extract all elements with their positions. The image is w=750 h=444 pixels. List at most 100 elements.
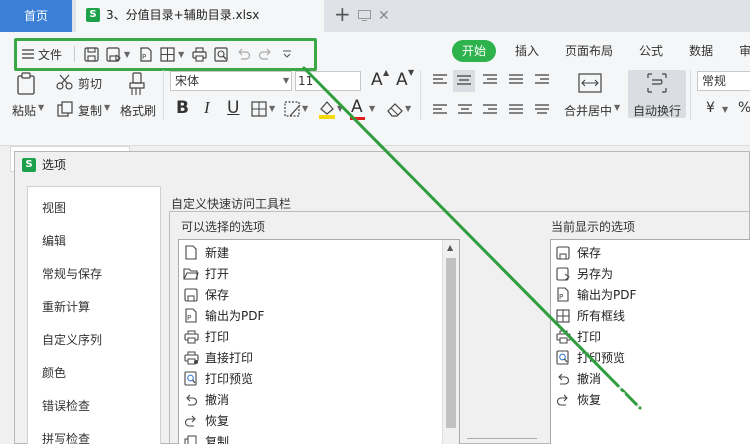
available-options-list[interactable]: ▲ 新建打开保存 P 输出为PDF 打印直接打印打印预览撤消恢复复制 [178, 239, 460, 444]
pdf-icon: P [555, 287, 571, 303]
current-option-item[interactable]: 所有框线 [555, 305, 750, 326]
available-option-item[interactable]: 撤消 [183, 389, 443, 410]
decrease-font-arrow-icon: ▼ [408, 68, 415, 77]
sidebar-item-edit[interactable]: 编辑 [42, 232, 66, 249]
print-preview-icon [555, 350, 571, 366]
available-option-item[interactable]: 打印预览 [183, 368, 443, 389]
available-option-item[interactable]: 直接打印 [183, 347, 443, 368]
save-icon [183, 287, 199, 303]
number-format-value: 常规 [702, 74, 727, 88]
scroll-up-icon[interactable]: ▲ [447, 243, 453, 252]
copy-dropdown-icon[interactable]: ▼ [104, 103, 110, 112]
available-option-item[interactable]: 恢复 [183, 410, 443, 431]
current-option-item[interactable]: 打印预览 [555, 347, 750, 368]
current-option-item[interactable]: 保存 [555, 242, 750, 263]
current-option-item-label: 另存为 [577, 267, 614, 281]
number-format-select[interactable]: 常规 [697, 71, 750, 91]
sidebar-item-colors[interactable]: 颜色 [42, 364, 66, 381]
svg-text:P: P [187, 314, 191, 322]
current-option-item[interactable]: 另存为 [555, 263, 750, 284]
decrease-font-icon[interactable]: A [396, 70, 408, 90]
copy-label[interactable]: 复制 [78, 102, 102, 119]
available-option-item[interactable]: 打印 [183, 326, 443, 347]
available-option-item-label: 直接打印 [205, 351, 254, 365]
tab-formulas[interactable]: 公式 [626, 40, 676, 62]
tab-start[interactable]: 开始 [452, 40, 497, 62]
dialog-app-icon: S [22, 158, 36, 172]
tab-page-layout[interactable]: 页面布局 [552, 40, 626, 62]
paste-label[interactable]: 粘贴 [12, 102, 36, 119]
available-option-item[interactable]: 打开 [183, 263, 443, 284]
align-middle-icon[interactable] [453, 70, 475, 92]
increase-font-icon[interactable]: A [371, 70, 383, 90]
title-tab-bar: 首页 S 3、分值目录+辅助目录.xlsx ✕ + [0, 0, 750, 32]
tab-data[interactable]: 数据 [676, 40, 726, 62]
current-option-item[interactable]: P 输出为PDF [555, 284, 750, 305]
watermark-logo-icon [610, 378, 730, 424]
new-tab-plus-icon[interactable]: + [334, 2, 351, 26]
currency-dropdown-icon[interactable]: ▼ [722, 105, 728, 114]
border-dropdown-icon[interactable]: ▼ [269, 104, 275, 113]
sidebar-item-error-check[interactable]: 错误检查 [42, 397, 90, 414]
paste-dropdown-icon[interactable]: ▼ [38, 103, 44, 112]
print-icon [183, 329, 199, 345]
italic-button[interactable]: I [204, 98, 210, 118]
available-option-item[interactable]: 保存 [183, 284, 443, 305]
current-option-item-label: 撤消 [577, 372, 602, 386]
available-option-item-label: 复制 [205, 435, 230, 444]
font-name-select[interactable]: 宋体 [170, 71, 292, 91]
font-size-select[interactable]: 11 [295, 71, 361, 91]
font-color-icon[interactable]: A [351, 97, 363, 117]
home-tab[interactable]: 首页 [0, 0, 72, 32]
merge-dropdown-icon[interactable]: ▼ [614, 103, 620, 112]
available-option-item-label: 新建 [205, 246, 230, 260]
format-painter-label[interactable]: 格式刷 [120, 102, 156, 119]
sidebar-item-recalculate[interactable]: 重新计算 [42, 298, 90, 315]
group-divider [690, 70, 691, 120]
undo-icon [555, 371, 571, 387]
available-option-item-label: 撤消 [205, 393, 230, 407]
merge-center-label[interactable]: 合并居中 [564, 102, 612, 119]
group-divider [420, 70, 421, 120]
borders-icon [555, 308, 571, 324]
underline-button[interactable]: U [227, 98, 239, 118]
monitor-icon[interactable] [358, 10, 371, 24]
document-tab[interactable]: S 3、分值目录+辅助目录.xlsx ✕ [76, 0, 390, 32]
current-option-item-label: 恢复 [577, 393, 602, 407]
fill-color-dropdown-icon[interactable]: ▼ [337, 104, 343, 113]
cell-style-dropdown-icon[interactable]: ▼ [302, 104, 308, 113]
redo-icon [555, 392, 571, 408]
current-option-item[interactable]: 打印 [555, 326, 750, 347]
font-color-dropdown-icon[interactable]: ▼ [369, 104, 375, 113]
sidebar-item-view[interactable]: 视图 [42, 199, 66, 216]
sidebar-item-custom-lists[interactable]: 自定义序列 [42, 331, 102, 348]
new-file-icon [183, 245, 199, 261]
available-option-item[interactable]: 复制 [183, 431, 443, 444]
available-option-item[interactable]: 新建 [183, 242, 443, 263]
ribbon-tabs: 开始 插入 页面布局 公式 数据 审 [452, 40, 750, 62]
close-tab-icon[interactable]: ✕ [378, 8, 390, 24]
group-divider [163, 70, 164, 120]
percent-button[interactable]: % [738, 100, 750, 116]
font-name-chevron-down-icon[interactable]: ▼ [283, 76, 289, 85]
direct-print-icon [183, 350, 199, 366]
redo-icon [183, 413, 199, 429]
currency-button[interactable]: ¥ [706, 100, 715, 116]
scroll-thumb[interactable] [446, 258, 456, 428]
sidebar-item-general-save[interactable]: 常规与保存 [42, 265, 102, 282]
available-option-item[interactable]: P 输出为PDF [183, 305, 443, 326]
pdf-icon: P [183, 308, 199, 324]
available-list-scrollbar[interactable]: ▲ [442, 240, 459, 444]
bold-button[interactable]: B [176, 98, 189, 118]
available-option-item-label: 打开 [205, 267, 230, 281]
tab-review[interactable]: 审 [726, 40, 750, 62]
wrap-text-button[interactable]: 自动换行 [628, 70, 686, 118]
document-title: 3、分值目录+辅助目录.xlsx [106, 8, 260, 22]
cut-label[interactable]: 剪切 [78, 75, 102, 92]
save-as-icon [555, 266, 571, 282]
clear-dropdown-icon[interactable]: ▼ [405, 104, 411, 113]
tab-insert[interactable]: 插入 [502, 40, 552, 62]
available-option-item-label: 打印 [205, 330, 230, 344]
dialog-title-bar: S 选项 [15, 152, 750, 178]
sidebar-item-spell-check[interactable]: 拼写检查 [42, 430, 90, 444]
